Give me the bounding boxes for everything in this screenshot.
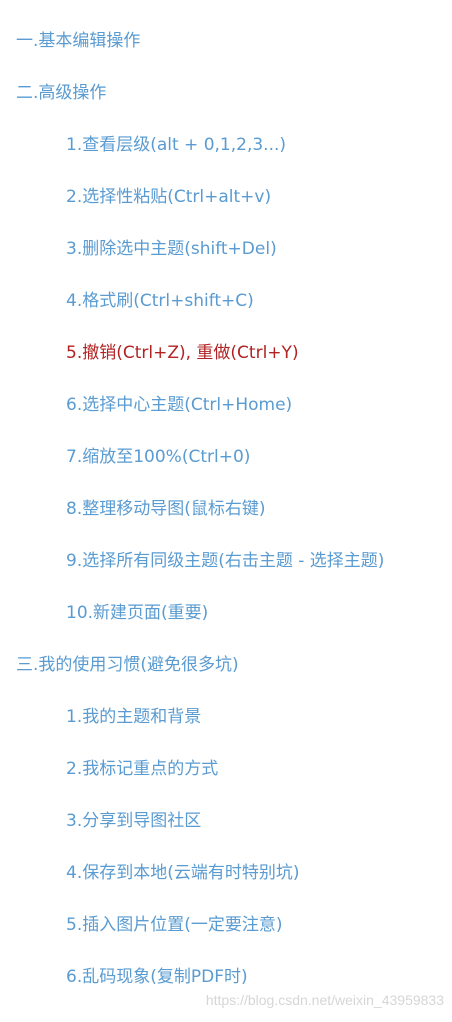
toc-item-select-sibling-topics[interactable]: 9.选择所有同级主题(右击主题 - 选择主题) bbox=[66, 548, 384, 574]
toc-item-theme-background[interactable]: 1.我的主题和背景 bbox=[66, 704, 201, 730]
toc-item-undo-redo[interactable]: 5.撤销(Ctrl+Z), 重做(Ctrl+Y) bbox=[66, 340, 299, 366]
table-of-contents: 一.基本编辑操作 二.高级操作 1.查看层级(alt + 0,1,2,3...)… bbox=[0, 0, 452, 1022]
toc-item-garbled-text[interactable]: 6.乱码现象(复制PDF时) bbox=[66, 964, 248, 990]
toc-item-new-page[interactable]: 10.新建页面(重要) bbox=[66, 600, 208, 626]
toc-item-select-central-topic[interactable]: 6.选择中心主题(Ctrl+Home) bbox=[66, 392, 292, 418]
toc-item-share-community[interactable]: 3.分享到导图社区 bbox=[66, 808, 201, 834]
toc-item-move-map[interactable]: 8.整理移动导图(鼠标右键) bbox=[66, 496, 265, 522]
toc-section-basic-editing[interactable]: 一.基本编辑操作 bbox=[16, 28, 140, 54]
toc-item-insert-image[interactable]: 5.插入图片位置(一定要注意) bbox=[66, 912, 282, 938]
toc-section-advanced-operations[interactable]: 二.高级操作 bbox=[16, 80, 106, 106]
toc-item-format-painter[interactable]: 4.格式刷(Ctrl+shift+C) bbox=[66, 288, 254, 314]
toc-section-my-habits[interactable]: 三.我的使用习惯(避免很多坑) bbox=[16, 652, 239, 678]
watermark-url: https://blog.csdn.net/weixin_43959833 bbox=[205, 992, 444, 1008]
toc-item-marking-method[interactable]: 2.我标记重点的方式 bbox=[66, 756, 218, 782]
toc-item-delete-topic[interactable]: 3.删除选中主题(shift+Del) bbox=[66, 236, 277, 262]
toc-item-paste-special[interactable]: 2.选择性粘贴(Ctrl+alt+v) bbox=[66, 184, 271, 210]
toc-item-view-levels[interactable]: 1.查看层级(alt + 0,1,2,3...) bbox=[66, 132, 286, 158]
toc-item-save-local[interactable]: 4.保存到本地(云端有时特别坑) bbox=[66, 860, 299, 886]
toc-item-zoom-100[interactable]: 7.缩放至100%(Ctrl+0) bbox=[66, 444, 250, 470]
